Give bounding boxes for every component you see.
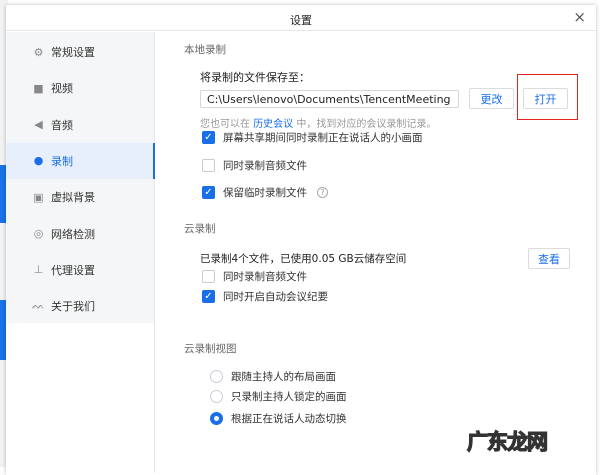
globe-icon: ◎: [33, 227, 44, 240]
sidebar-item-label: 代理设置: [51, 263, 95, 277]
gear-icon: ⚙: [33, 45, 44, 59]
checkbox-label: 同时录制音频文件: [223, 271, 307, 283]
radio-label: 根据正在说话人动态切换: [231, 413, 347, 425]
sidebar-item-7[interactable]: ᨓ 关于我们: [6, 288, 155, 324]
checkbox-label: 同时开启自动会议纪要: [223, 291, 328, 303]
radio-option[interactable]: 只录制主持人锁定的画面: [210, 389, 347, 404]
sidebar-item-5[interactable]: ◎ 网络检测: [6, 216, 155, 252]
radio-label: 跟随主持人的布局画面: [231, 371, 336, 383]
checkbox-checked-icon[interactable]: ✓: [202, 186, 215, 199]
checkbox-label: 保留临时录制文件: [223, 187, 307, 199]
checkbox-option[interactable]: ✓ 同时开启自动会议纪要: [202, 289, 328, 304]
sidebar-item-label: 虚拟背景: [51, 191, 95, 205]
save-location-label: 将录制的文件保存至：: [200, 71, 310, 84]
sidebar-item-2[interactable]: ◀ 音频: [6, 107, 155, 143]
logo-icon: ᨓ: [31, 299, 46, 313]
title-bar: 设置 ×: [6, 5, 596, 31]
sidebar: ⚙ 常规设置 ■ 视频 ◀ 音频 ● 录制 ▣ 虚拟背景 ◎ 网络检测 ⊥ 代理设置 ᨓ 关于我们: [6, 32, 155, 323]
sidebar-item-label: 常规设置: [51, 46, 95, 59]
checkbox-option[interactable]: 同时录制音频文件: [202, 269, 307, 284]
radio-option[interactable]: 根据正在说话人动态切换: [210, 411, 347, 426]
checkbox-checked-icon[interactable]: ✓: [202, 131, 215, 144]
close-icon[interactable]: ×: [573, 8, 586, 26]
checkbox-option[interactable]: ✓ 屏幕共享期间同时录制正在说话人的小画面: [202, 130, 423, 145]
sidebar-item-label: 关于我们: [51, 300, 95, 314]
cloud-view-heading: 云录制视图: [184, 343, 237, 355]
video-camera-icon: ■: [33, 81, 44, 95]
watermark: 广东龙网: [466, 429, 548, 454]
radio-option[interactable]: 跟随主持人的布局画面: [210, 369, 336, 384]
change-path-button[interactable]: 更改: [469, 88, 514, 109]
sidebar-item-label: 视频: [51, 82, 73, 96]
sidebar-item-label: 网络检测: [51, 227, 95, 241]
view-cloud-button[interactable]: 查看: [528, 248, 570, 269]
portrait-icon: ▣: [33, 190, 44, 204]
local-recording-heading: 本地录制: [184, 44, 226, 56]
sidebar-item-label: 音频: [51, 118, 73, 132]
help-icon[interactable]: ?: [317, 187, 328, 198]
radio-selected-icon[interactable]: [210, 412, 223, 425]
history-hint: 您也可以在 历史会议 中，找到对应的会议录制记录。: [200, 115, 436, 130]
save-path-input[interactable]: C:\Users\lenovo\Documents\TencentMeeting: [200, 90, 459, 108]
checkbox-option[interactable]: 同时录制音频文件: [202, 158, 307, 173]
hint-prefix: 您也可以在: [200, 119, 250, 130]
radio-label: 只录制主持人锁定的画面: [231, 391, 347, 403]
sidebar-item-label: 录制: [51, 154, 73, 168]
cloud-usage-text: 已录制4个文件，已使用0.05 GB云储存空间: [200, 253, 407, 265]
sidebar-item-4[interactable]: ▣ 虚拟背景: [6, 179, 155, 215]
speaker-icon: ◀: [34, 118, 43, 132]
sidebar-empty: [6, 323, 155, 473]
checkbox-unchecked-icon[interactable]: [202, 270, 215, 283]
history-meetings-link[interactable]: 历史会议: [253, 119, 293, 130]
checkbox-checked-icon[interactable]: ✓: [202, 290, 215, 303]
checkbox-label: 同时录制音频文件: [223, 160, 307, 172]
recording-settings: 本地录制 将录制的文件保存至： C:\Users\lenovo\Document…: [156, 32, 596, 475]
settings-window: 设置 × ⚙ 常规设置 ■ 视频 ◀ 音频 ● 录制 ▣ 虚拟背景 ◎ 网络检测 ⊥ 代理设置 ᨓ 关于我们 …: [6, 5, 596, 475]
sidebar-item-6[interactable]: ⊥ 代理设置: [6, 252, 155, 288]
sidebar-item-3[interactable]: ● 录制: [6, 142, 155, 179]
checkbox-label: 屏幕共享期间同时录制正在说话人的小画面: [223, 132, 423, 144]
network-tree-icon: ⊥: [33, 263, 44, 277]
record-icon: ●: [33, 154, 44, 168]
open-folder-button[interactable]: 打开: [523, 88, 568, 109]
radio-unselected-icon[interactable]: [210, 390, 223, 403]
cloud-recording-heading: 云录制: [184, 223, 216, 235]
sidebar-item-0[interactable]: ⚙ 常规设置: [6, 34, 155, 70]
hint-suffix: 中，找到对应的会议录制记录。: [296, 119, 437, 130]
window-title: 设置: [290, 14, 312, 27]
sidebar-item-1[interactable]: ■ 视频: [6, 70, 155, 106]
checkbox-option[interactable]: ✓ 保留临时录制文件?: [202, 185, 328, 200]
radio-unselected-icon[interactable]: [210, 370, 223, 383]
checkbox-unchecked-icon[interactable]: [202, 159, 215, 172]
